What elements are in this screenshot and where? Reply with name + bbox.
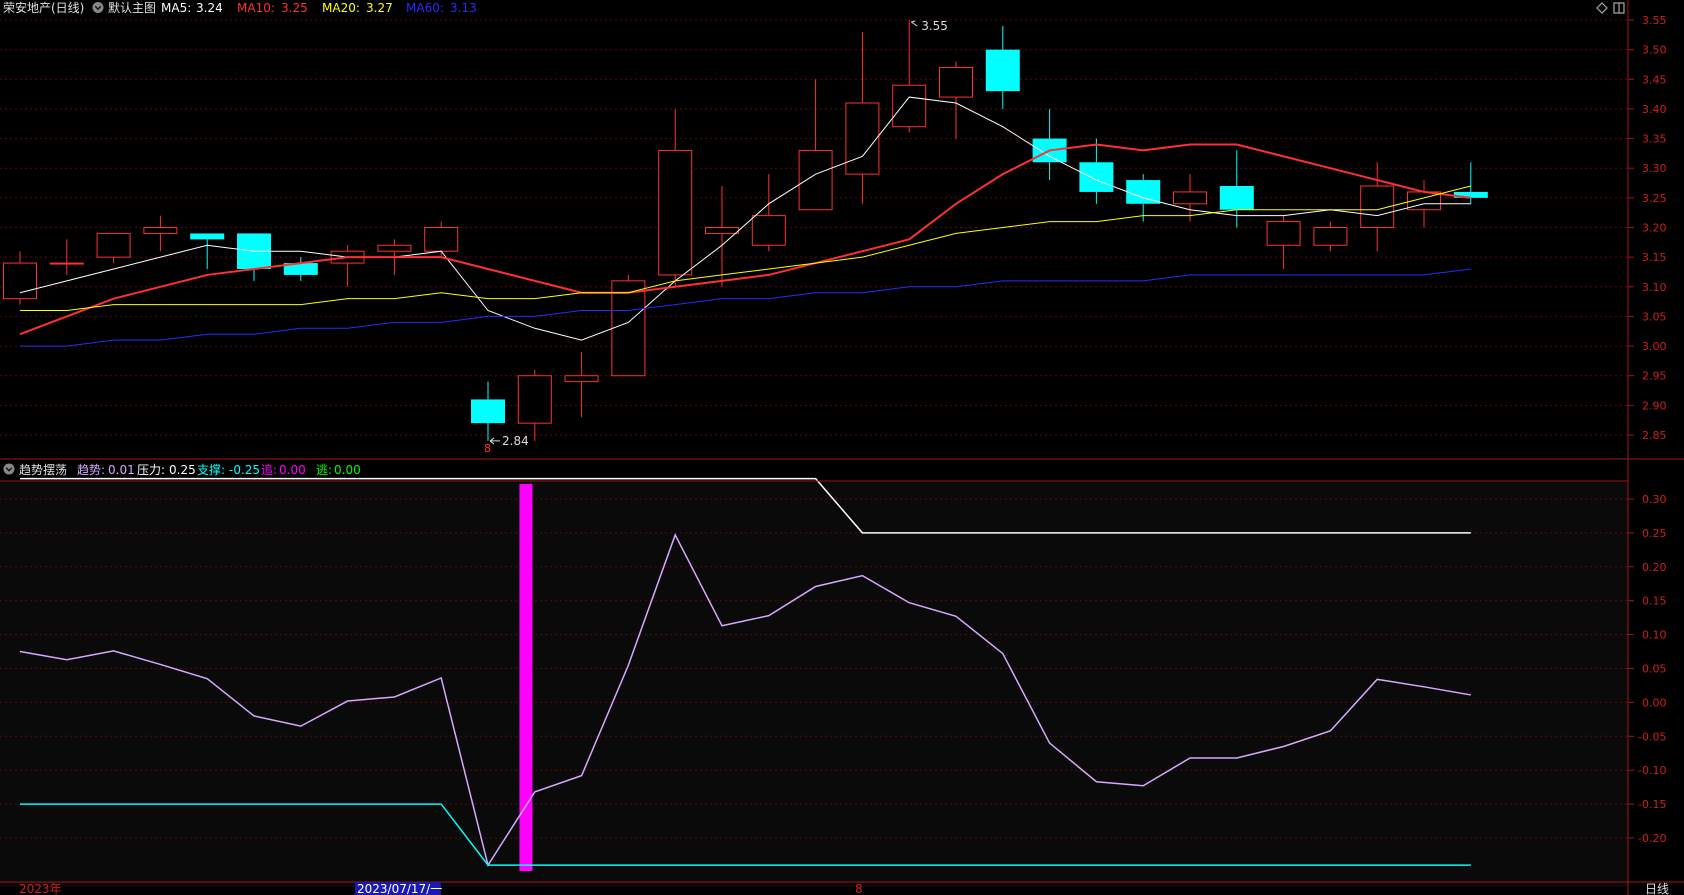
- stock-title: 荣安地产(日线): [3, 0, 84, 15]
- indicator-tick-label: 0.00: [1642, 696, 1667, 709]
- price-tick-label: 3.35: [1642, 133, 1667, 146]
- price-tick-label: 3.20: [1642, 222, 1667, 235]
- candle-body-down: [1219, 186, 1254, 210]
- menu-chevron-icon[interactable]: [92, 2, 104, 13]
- trend-value: 0.01: [108, 463, 135, 477]
- price-tick-label: 3.15: [1642, 251, 1667, 264]
- stock-chart[interactable]: 3.55 3.50 3.45 3.40 3.35 3.30 3.25 3.20 3.15 3.10…: [0, 0, 1684, 895]
- candle-body-down: [1079, 162, 1114, 192]
- price-tick-label: 3.30: [1642, 162, 1667, 175]
- indicator-tick-label: -0.15: [1638, 798, 1666, 811]
- chart-header: 荣安地产(日线) 默认主图 MA5: 3.24 MA10: 3.25 MA20:…: [3, 0, 477, 15]
- indicator-tick-label: 0.10: [1642, 629, 1667, 642]
- candle-body-up: [1313, 227, 1348, 246]
- price-tick-label: 3.10: [1642, 281, 1667, 294]
- candle-body-up: [611, 280, 646, 377]
- candle-body-down: [190, 233, 225, 240]
- candle-body-up: [424, 227, 459, 252]
- candle-body-up: [96, 232, 131, 258]
- support-label: 支撑:: [197, 462, 225, 477]
- support-value: -0.25: [229, 463, 260, 477]
- candle-body-up: [705, 227, 739, 234]
- candle-body-up: [143, 227, 178, 234]
- pressure-label: 压力:: [137, 463, 165, 477]
- ma10-label: MA10:: [237, 1, 275, 15]
- indicator-tick-label: -0.05: [1638, 730, 1666, 743]
- price-tick-label: 3.05: [1642, 310, 1667, 323]
- price-tick-label: 3.40: [1642, 103, 1667, 116]
- candle-body-up: [564, 375, 599, 383]
- candle-body-up: [517, 375, 552, 424]
- ma10-value: 3.25: [281, 1, 308, 15]
- indicator-tick-label: 0.25: [1642, 527, 1667, 540]
- pressure-value: 0.25: [169, 463, 196, 477]
- escape-label: 逃:: [316, 463, 332, 477]
- low-marker: 8: [484, 442, 491, 455]
- main-chart-label[interactable]: 默认主图: [108, 0, 156, 15]
- period-label[interactable]: 日线: [1645, 882, 1669, 895]
- high-price-annotation: 3.55: [921, 19, 948, 33]
- low-price-annotation: 2.84: [502, 434, 529, 448]
- month-label: 8: [855, 882, 863, 895]
- candle-body-up: [658, 149, 693, 276]
- candle-body-up: [892, 84, 927, 128]
- candle-body-up: [845, 102, 880, 175]
- price-tick-label: 2.95: [1642, 370, 1667, 383]
- candle-body-up: [377, 244, 412, 252]
- ma60-value: 3.13: [450, 1, 477, 15]
- ma5-value: 3.24: [196, 1, 223, 15]
- chase-value: 0.00: [279, 463, 306, 477]
- year-label: 2023年: [19, 882, 62, 895]
- indicator-tick-label: 0.15: [1642, 595, 1667, 608]
- indicator-tick-label: 0.20: [1642, 561, 1667, 574]
- candle-body-up: [3, 262, 37, 300]
- price-tick-label: 2.85: [1642, 429, 1667, 442]
- ma20-value: 3.27: [366, 1, 393, 15]
- price-tick-label: 3.45: [1642, 73, 1667, 86]
- price-tick-label: 3.25: [1642, 192, 1667, 205]
- indicator-title[interactable]: 趋势摆荡: [19, 463, 67, 477]
- price-tick-label: 2.90: [1642, 399, 1667, 412]
- candle-body-up: [1266, 221, 1301, 246]
- date-cursor-label: 2023/07/17/一: [357, 882, 442, 895]
- candle-body-up: [49, 262, 84, 265]
- indicator-tick-label: 0.30: [1642, 493, 1667, 506]
- indicator-tick-label: 0.05: [1642, 663, 1667, 676]
- price-tick-label: 3.55: [1642, 14, 1667, 27]
- ma5-label: MA5:: [161, 1, 191, 15]
- candle-body-up: [939, 66, 973, 98]
- price-tick-label: 3.50: [1642, 44, 1667, 57]
- indicator-menu-icon[interactable]: [3, 463, 15, 475]
- candle-body-up: [1173, 191, 1207, 205]
- candle-body-down: [1126, 180, 1161, 204]
- indicator-panel-bg: [0, 482, 1628, 887]
- price-tick-label: 3.00: [1642, 340, 1667, 353]
- ma60-label: MA60:: [406, 1, 444, 15]
- indicator-tick-label: -0.10: [1638, 764, 1666, 777]
- chase-label: 追:: [261, 462, 277, 477]
- ma20-label: MA20:: [322, 1, 360, 15]
- trend-label: 趋势:: [77, 463, 105, 477]
- candle-body-down: [985, 49, 1020, 92]
- escape-value: 0.00: [334, 463, 361, 477]
- indicator-tick-label: -0.20: [1638, 832, 1666, 845]
- candle-body-up: [751, 215, 786, 246]
- candle-body-down: [471, 399, 505, 424]
- candle-body-up: [798, 149, 833, 211]
